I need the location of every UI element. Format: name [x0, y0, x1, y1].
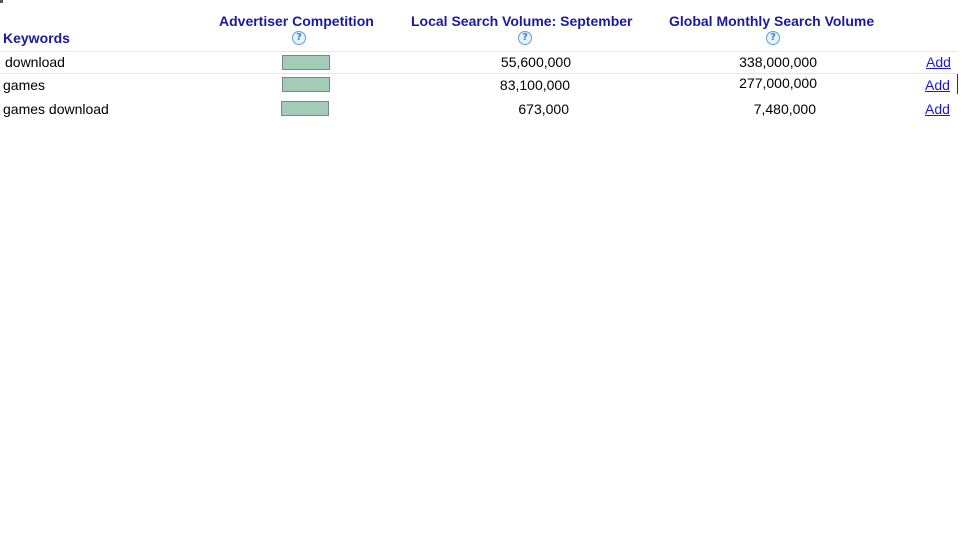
row-divider: [0, 51, 957, 52]
competition-bar: [282, 77, 330, 92]
keyword-cell: games download: [3, 101, 109, 117]
add-keyword-link[interactable]: Add: [926, 54, 951, 70]
add-keyword-link[interactable]: Add: [925, 77, 950, 93]
header-global-monthly-search-volume[interactable]: Global Monthly Search Volume: [669, 13, 874, 29]
add-keyword-link[interactable]: Add: [925, 101, 950, 117]
help-icon[interactable]: ?: [766, 31, 780, 45]
competition-bar: [281, 101, 329, 116]
help-icon[interactable]: ?: [518, 31, 532, 45]
header-advertiser-competition[interactable]: Advertiser Competition: [219, 13, 374, 29]
keyword-cell: games: [3, 77, 46, 93]
global-volume-cell: 277,000,000: [739, 75, 817, 91]
keyword-cell: download: [5, 54, 65, 70]
global-volume-cell: 338,000,000: [739, 54, 817, 70]
local-volume-cell: 83,100,000: [499, 77, 570, 93]
row-divider: [0, 73, 957, 74]
help-icon[interactable]: ?: [292, 31, 306, 45]
local-volume-cell: 673,000: [518, 101, 569, 117]
competition-bar: [282, 55, 330, 70]
global-volume-cell: 7,480,000: [753, 101, 816, 117]
corner-mark: [0, 0, 3, 3]
keyword-results-page: Keywords Advertiser Competition ? Local …: [0, 0, 965, 540]
scrollbar-edge[interactable]: [957, 74, 958, 94]
header-local-search-volume[interactable]: Local Search Volume: September: [411, 13, 632, 29]
local-volume-cell: 55,600,000: [500, 54, 571, 70]
header-keywords[interactable]: Keywords: [3, 30, 70, 46]
